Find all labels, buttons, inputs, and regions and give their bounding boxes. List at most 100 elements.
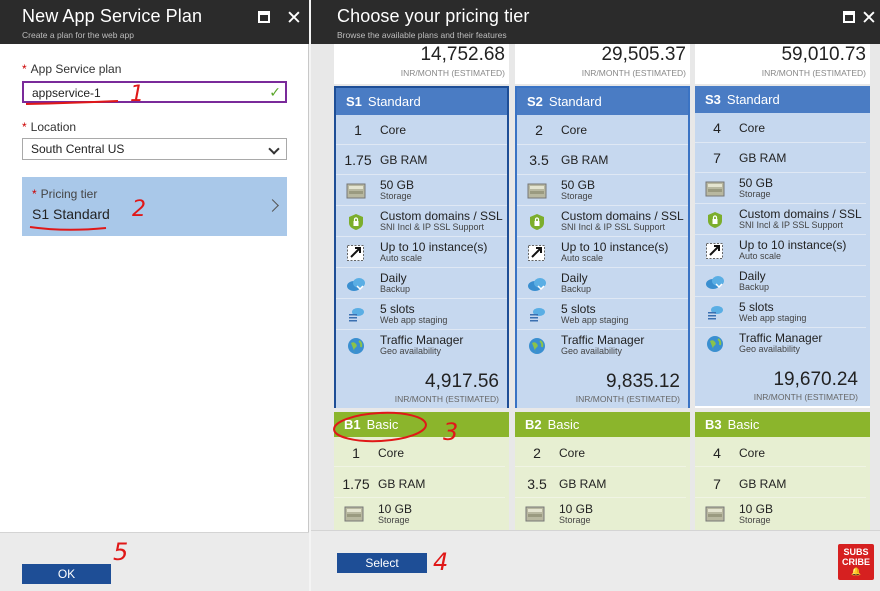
feature-ram: 7 GB RAM <box>695 143 866 173</box>
storage-label: 50 GB <box>739 176 774 190</box>
bell-icon: 🔔 <box>851 567 861 576</box>
pricing-tier-card[interactable]: B2 Basic 2 Core 3.5 GB RAM 10 GB Storage <box>515 412 690 530</box>
feature-storage: 50 GB Storage <box>517 176 688 206</box>
feature-scale: Up to 10 instance(s) Auto scale <box>517 238 688 268</box>
blade-subtitle: Browse the available plans and their fea… <box>337 30 507 40</box>
blade-header: Choose your pricing tier Browse the avai… <box>311 0 880 44</box>
tier-name: Basic <box>366 417 399 432</box>
ram-label: GB RAM <box>739 477 787 491</box>
feature-storage: 10 GB Storage <box>695 499 866 529</box>
storage-icon <box>705 181 725 197</box>
annotation-5: 5 <box>113 538 129 566</box>
feature-slots: 5 slots Web app staging <box>517 300 688 330</box>
feature-backup: Daily Backup <box>336 269 507 299</box>
tier-header: B1 Basic <box>334 412 509 437</box>
feature-traffic: Traffic Manager Geo availability <box>695 329 866 359</box>
feature-scale: Up to 10 instance(s) Auto scale <box>336 238 507 268</box>
pricing-tier-card[interactable]: B3 Basic 4 Core 7 GB RAM 10 GB Storage <box>695 412 870 530</box>
storage-icon <box>344 506 364 522</box>
tier-header: B3 Basic <box>695 412 870 437</box>
annotation-2: 2 <box>132 197 146 222</box>
pricing-tier-card[interactable]: S3 Standard 4 Core 7 GB RAM 50 GB Storage… <box>695 86 870 408</box>
subscribe-logo[interactable]: SUBS CRIBE 🔔 <box>838 544 874 580</box>
ram-value: 7 <box>713 476 721 492</box>
feature-storage: 50 GB Storage <box>336 176 507 206</box>
backup-sub: Backup <box>739 282 770 292</box>
tier-code: S3 <box>705 92 721 107</box>
traffic-sub: Geo availability <box>561 346 623 356</box>
tier-price-unit: INR/MONTH (ESTIMATED) <box>575 394 680 404</box>
tier-price-row: 4,917.56 INR/MONTH (ESTIMATED) <box>336 367 507 407</box>
pricing-tier-card[interactable]: B1 Basic 1 Core 1.75 GB RAM 10 GB Storage <box>334 412 509 530</box>
ssl-shield-icon <box>708 212 722 228</box>
backup-sub: Backup <box>380 284 411 294</box>
tier-code: S1 <box>346 94 362 109</box>
scale-label: Up to 10 instance(s) <box>380 240 488 254</box>
ram-value: 7 <box>713 150 721 166</box>
tier-code: B1 <box>344 417 361 432</box>
backup-cloud-icon <box>528 278 546 291</box>
cores-label: Core <box>739 121 766 135</box>
feature-cores: 1 Core <box>336 115 507 145</box>
location-select[interactable]: South Central US <box>22 138 287 160</box>
subscribe-logo-line2: CRIBE <box>841 557 870 567</box>
feature-storage: 10 GB Storage <box>334 499 505 529</box>
backup-label: Daily <box>739 269 766 283</box>
chevron-right-icon <box>266 199 279 212</box>
feature-traffic: Traffic Manager Geo availability <box>517 331 688 361</box>
cores-value: 4 <box>713 445 721 461</box>
feature-cores: 1 Core <box>334 437 505 467</box>
staging-slots-icon <box>530 308 545 322</box>
globe-icon <box>348 338 364 354</box>
storage-label: 50 GB <box>561 178 596 192</box>
blade-header: New App Service Plan Create a plan for t… <box>0 0 309 44</box>
scale-sub: Auto scale <box>739 251 782 261</box>
select-button[interactable]: Select <box>337 553 427 573</box>
tier-name: Basic <box>727 417 760 432</box>
backup-cloud-icon <box>347 278 365 291</box>
slots-sub: Web app staging <box>380 315 448 325</box>
app-service-plan-input[interactable]: appservice-1 ✓ <box>22 81 287 103</box>
tier-price: 14,752.68 <box>420 44 505 65</box>
tier-features: 2 Core 3.5 GB RAM 50 GB Storage Custom d… <box>517 115 688 408</box>
tier-price: 9,835.12 <box>606 371 680 392</box>
maximize-icon[interactable] <box>843 11 855 23</box>
pricing-tier-blade: Choose your pricing tier Browse the avai… <box>311 0 880 591</box>
pricing-tier-card[interactable]: S2 Standard 2 Core 3.5 GB RAM 50 GB Stora… <box>515 86 690 408</box>
cores-value: 2 <box>533 445 541 461</box>
feature-cores: 2 Core <box>517 115 688 145</box>
domains-label: Custom domains / SSL <box>380 209 503 223</box>
cores-label: Core <box>561 123 588 137</box>
storage-label: 10 GB <box>739 502 774 516</box>
tier-price-unit: INR/MONTH (ESTIMATED) <box>400 68 505 78</box>
tier-price-row: 9,835.12 INR/MONTH (ESTIMATED) <box>517 367 688 407</box>
feature-backup: Daily Backup <box>695 267 866 297</box>
ram-label: GB RAM <box>561 153 609 167</box>
feature-domains: Custom domains / SSL SNI Incl & IP SSL S… <box>695 205 866 235</box>
slots-label: 5 slots <box>739 300 774 314</box>
close-icon[interactable]: ✕ <box>285 9 303 28</box>
plan-field-label: * App Service plan <box>22 62 122 76</box>
ssl-shield-icon <box>349 214 363 230</box>
ram-value: 3.5 <box>529 152 549 168</box>
autoscale-icon <box>528 245 545 261</box>
blade-subtitle: Create a plan for the web app <box>22 30 134 40</box>
tier-header: S1 Standard <box>336 88 507 115</box>
pricing-tier-card[interactable]: S1 Standard 1 Core 1.75 GB RAM 50 GB Stor… <box>334 86 509 408</box>
cores-label: Core <box>380 123 407 137</box>
staging-slots-icon <box>349 308 364 322</box>
tier-top-price: 59,010.73 INR/MONTH (ESTIMATED) <box>695 44 870 84</box>
backup-label: Daily <box>380 271 407 285</box>
ok-button[interactable]: OK <box>22 564 111 584</box>
storage-icon <box>346 183 366 199</box>
traffic-label: Traffic Manager <box>561 333 645 347</box>
chevron-down-icon <box>268 143 280 155</box>
ram-value: 1.75 <box>344 152 372 168</box>
pricing-tier-selector[interactable]: * Pricing tier S1 Standard <box>22 177 287 236</box>
close-icon[interactable]: ✕ <box>860 9 878 28</box>
feature-cores: 2 Core <box>515 437 686 467</box>
storage-sub: Storage <box>561 191 593 201</box>
staging-slots-icon <box>708 306 723 320</box>
maximize-icon[interactable] <box>258 11 270 23</box>
feature-slots: 5 slots Web app staging <box>695 298 866 328</box>
